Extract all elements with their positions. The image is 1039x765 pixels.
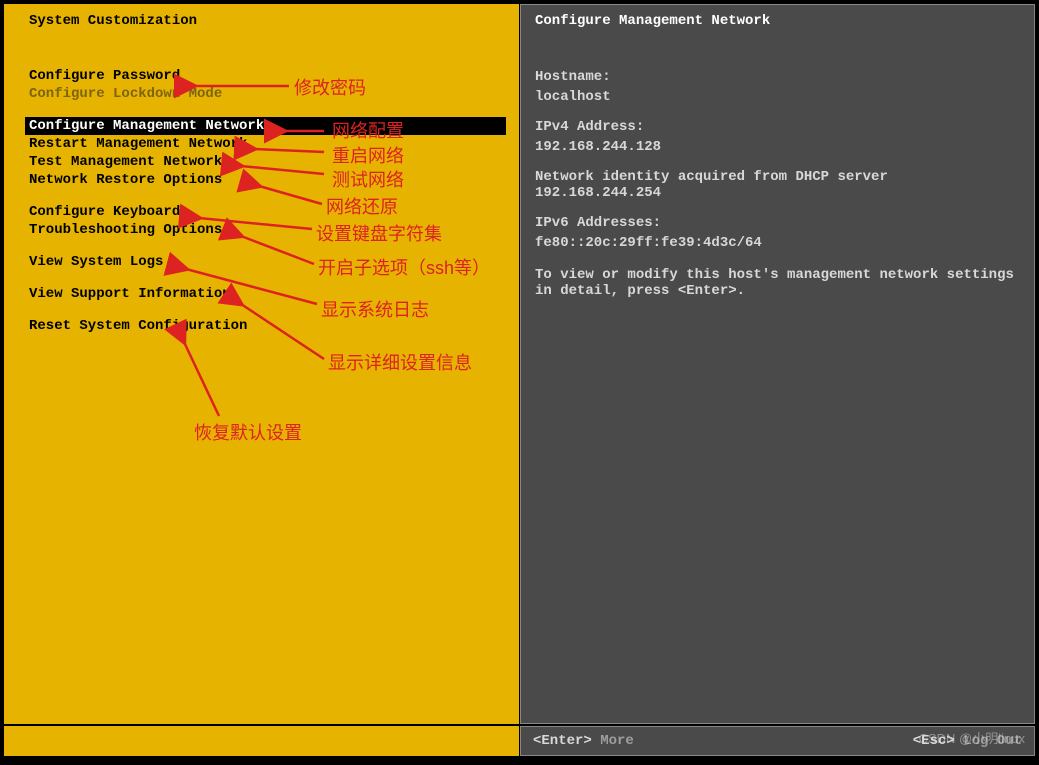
left-title: System Customization	[5, 5, 518, 39]
menu-test-mgmt-network[interactable]: Test Management Network	[5, 153, 518, 171]
ipv4-value: 192.168.244.128	[521, 137, 1034, 157]
anno-supportinfo: 显示详细设置信息	[328, 349, 472, 375]
anno-keyboard: 设置键盘字符集	[316, 220, 442, 246]
menu-view-support-info[interactable]: View Support Information	[5, 285, 518, 303]
ipv6-label: IPv6 Addresses:	[521, 213, 1034, 233]
anno-net-test: 测试网络	[332, 166, 404, 192]
menu: Configure Password Configure Lockdown Mo…	[5, 67, 518, 335]
help-text: To view or modify this host's management…	[521, 265, 1034, 301]
watermark: CSDN @小明linux	[919, 728, 1025, 747]
footer-more: More	[600, 733, 634, 749]
dhcp-line: Network identity acquired from DHCP serv…	[521, 167, 1034, 203]
anno-password: 修改密码	[294, 74, 366, 100]
anno-reset: 恢复默认设置	[194, 419, 302, 445]
menu-configure-lockdown: Configure Lockdown Mode	[5, 85, 518, 103]
ipv4-label: IPv4 Address:	[521, 117, 1034, 137]
anno-net-restart: 重启网络	[332, 142, 404, 168]
footer-enter[interactable]: <Enter>	[533, 733, 592, 749]
hostname-label: Hostname:	[521, 67, 1034, 87]
anno-troubleshoot: 开启子选项（ssh等）	[318, 254, 490, 280]
anno-syslogs: 显示系统日志	[321, 296, 429, 322]
menu-restart-mgmt-network[interactable]: Restart Management Network	[5, 135, 518, 153]
right-title: Configure Management Network	[521, 5, 1034, 39]
menu-network-restore[interactable]: Network Restore Options	[5, 171, 518, 189]
menu-configure-mgmt-network[interactable]: Configure Management Network	[25, 117, 506, 135]
menu-configure-keyboard[interactable]: Configure Keyboard	[5, 203, 518, 221]
anno-net-restore: 网络还原	[326, 193, 398, 219]
right-panel: Configure Management Network Hostname: l…	[520, 4, 1035, 724]
hostname-value: localhost	[521, 87, 1034, 107]
menu-reset-system-config[interactable]: Reset System Configuration	[5, 317, 518, 335]
anno-net-config: 网络配置	[332, 117, 404, 143]
ipv6-value: fe80::20c:29ff:fe39:4d3c/64	[521, 233, 1034, 253]
menu-configure-password[interactable]: Configure Password	[5, 67, 518, 85]
left-footer	[4, 726, 519, 756]
